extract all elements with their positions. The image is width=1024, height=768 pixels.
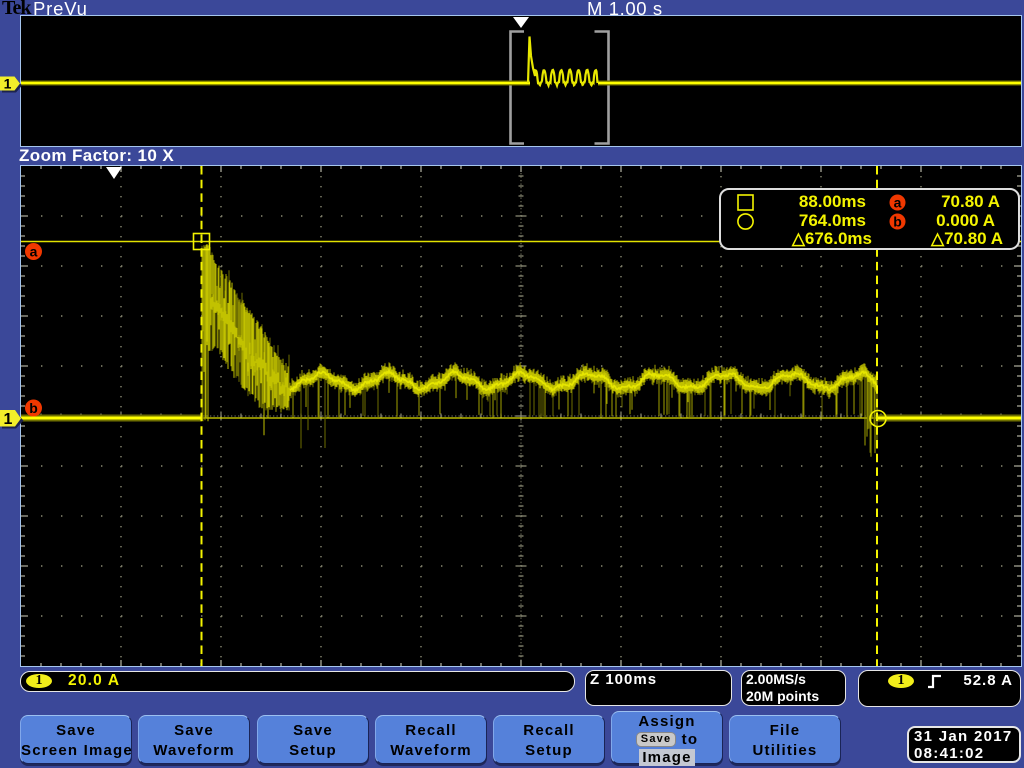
svg-text:1: 1 — [4, 411, 13, 428]
svg-text:a: a — [30, 244, 38, 260]
svg-text:b: b — [893, 214, 902, 230]
svg-text:1: 1 — [4, 76, 12, 92]
svg-text:a: a — [894, 195, 902, 211]
svg-text:b: b — [29, 400, 38, 416]
